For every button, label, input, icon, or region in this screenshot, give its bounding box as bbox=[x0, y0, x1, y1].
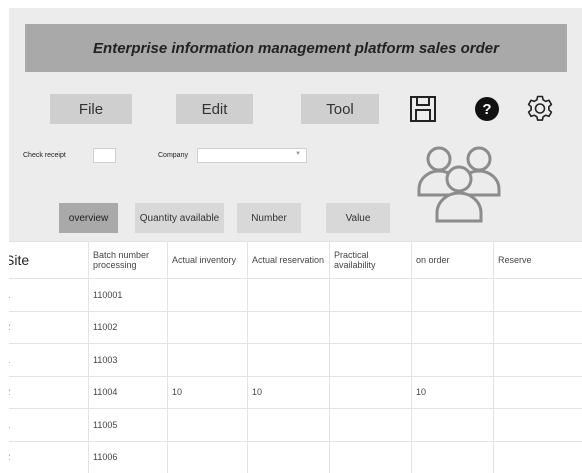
table-cell: 110001 bbox=[88, 278, 168, 312]
table-cell bbox=[167, 440, 248, 473]
table-cell: 1 bbox=[9, 408, 89, 442]
table-cell bbox=[329, 375, 412, 409]
tab-value[interactable]: Value bbox=[326, 203, 390, 233]
file-menu-button[interactable]: File bbox=[50, 94, 132, 124]
table-row[interactable]: 1 11005 bbox=[9, 408, 582, 442]
column-header: Reserve bbox=[493, 241, 582, 279]
tab-quantity-available[interactable]: Quantity available bbox=[135, 203, 224, 233]
table-cell: 2 bbox=[9, 375, 89, 409]
table-row[interactable]: 2 11004 10 10 10 bbox=[9, 375, 582, 409]
table-cell bbox=[247, 440, 330, 473]
tab-number[interactable]: Number bbox=[237, 203, 301, 233]
table-cell: 10 bbox=[411, 375, 494, 409]
table-cell bbox=[493, 343, 582, 377]
table-row[interactable]: 1 11003 bbox=[9, 343, 582, 377]
company-select[interactable]: ▼ bbox=[197, 148, 307, 163]
table-cell bbox=[411, 343, 494, 377]
table-cell bbox=[329, 408, 412, 442]
svg-text:?: ? bbox=[482, 101, 491, 118]
table-cell bbox=[247, 278, 330, 312]
table-cell bbox=[329, 310, 412, 344]
table-header-row: Site Batch number processing Actual inve… bbox=[9, 241, 582, 279]
table-cell: 2 bbox=[9, 310, 89, 344]
tab-overview[interactable]: overview bbox=[59, 203, 118, 233]
inventory-table-container: Site Batch number processing Actual inve… bbox=[9, 241, 582, 473]
table-cell: 11002 bbox=[88, 310, 168, 344]
page-title: Enterprise information management platfo… bbox=[93, 39, 499, 57]
column-header: Actual reservation bbox=[247, 241, 330, 279]
table-cell bbox=[167, 408, 248, 442]
table-cell bbox=[167, 310, 248, 344]
table-cell bbox=[329, 343, 412, 377]
table-cell bbox=[493, 310, 582, 344]
column-header: Site bbox=[9, 241, 89, 279]
table-cell: 10 bbox=[247, 375, 330, 409]
column-header: Actual inventory bbox=[167, 241, 248, 279]
table-cell bbox=[493, 375, 582, 409]
table-cell bbox=[247, 408, 330, 442]
title-bar: Enterprise information management platfo… bbox=[25, 24, 567, 72]
table-cell: 11006 bbox=[88, 440, 168, 473]
table-cell bbox=[411, 278, 494, 312]
tool-menu-button[interactable]: Tool bbox=[301, 94, 379, 124]
table-cell bbox=[493, 408, 582, 442]
table-cell: 11003 bbox=[88, 343, 168, 377]
users-icon bbox=[417, 146, 501, 223]
table-cell: 10 bbox=[167, 375, 248, 409]
table-cell: 1 bbox=[9, 278, 89, 312]
table-cell bbox=[329, 278, 412, 312]
table-cell bbox=[247, 310, 330, 344]
table-cell bbox=[167, 278, 248, 312]
help-icon[interactable]: ? bbox=[472, 94, 502, 124]
check-receipt-input[interactable] bbox=[93, 148, 116, 163]
edit-menu-button[interactable]: Edit bbox=[176, 94, 253, 124]
table-cell bbox=[411, 408, 494, 442]
save-icon[interactable] bbox=[408, 94, 438, 124]
table-cell bbox=[411, 310, 494, 344]
column-header: Practical availability bbox=[329, 241, 412, 279]
column-header: on order bbox=[411, 241, 494, 279]
app-window: Enterprise information management platfo… bbox=[9, 8, 582, 473]
table-cell: 1 bbox=[9, 343, 89, 377]
table-row[interactable]: 2 11006 bbox=[9, 440, 582, 473]
table-cell: 11005 bbox=[88, 408, 168, 442]
chevron-down-icon: ▼ bbox=[295, 151, 301, 157]
table-cell bbox=[329, 440, 412, 473]
company-label: Company bbox=[158, 152, 188, 159]
check-receipt-label: Check receipt bbox=[23, 152, 66, 159]
column-header: Batch number processing bbox=[88, 241, 168, 279]
table-cell bbox=[167, 343, 248, 377]
gear-icon[interactable] bbox=[524, 93, 556, 125]
table-cell bbox=[493, 440, 582, 473]
table-row[interactable]: 1 110001 bbox=[9, 278, 582, 312]
table-cell: 11004 bbox=[88, 375, 168, 409]
table-cell bbox=[411, 440, 494, 473]
table-cell bbox=[247, 343, 330, 377]
table-cell bbox=[493, 278, 582, 312]
inventory-table: Site Batch number processing Actual inve… bbox=[9, 241, 582, 473]
table-row[interactable]: 2 11002 bbox=[9, 310, 582, 344]
table-cell: 2 bbox=[9, 440, 89, 473]
